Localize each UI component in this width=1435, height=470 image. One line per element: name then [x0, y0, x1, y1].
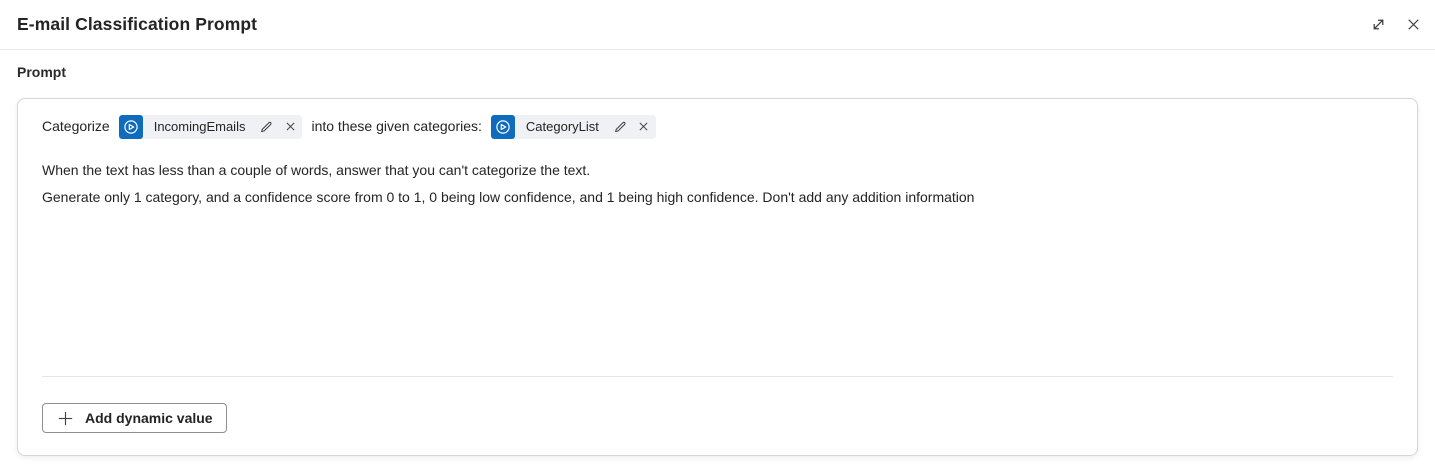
pencil-icon [259, 120, 273, 134]
plus-icon [56, 409, 75, 428]
add-dynamic-value-button[interactable]: Add dynamic value [42, 403, 227, 433]
dynamic-value-chip-incoming-emails[interactable]: IncomingEmails [119, 115, 303, 139]
email-classification-prompt-dialog: E-mail Classification Prompt [0, 0, 1435, 456]
close-button[interactable] [1397, 9, 1429, 41]
prompt-instructions: When the text has less than a couple of … [42, 157, 1393, 211]
flow-variable-icon [491, 115, 515, 139]
prompt-label: Prompt [17, 64, 1435, 80]
close-icon [637, 120, 650, 133]
remove-chip-button[interactable] [278, 115, 302, 139]
prompt-line-1: Categorize IncomingEmails [42, 114, 1393, 139]
prompt-text-before: Categorize [42, 113, 110, 140]
dialog-header: E-mail Classification Prompt [0, 0, 1435, 50]
page-title: E-mail Classification Prompt [17, 14, 257, 35]
flow-variable-icon [119, 115, 143, 139]
add-dynamic-value-label: Add dynamic value [85, 410, 213, 426]
remove-chip-button[interactable] [632, 115, 656, 139]
prompt-editor-card: Categorize IncomingEmails [17, 98, 1418, 456]
expand-button[interactable] [1362, 9, 1394, 41]
diagonal-resize-icon [1369, 15, 1388, 34]
close-icon [1404, 15, 1423, 34]
edit-chip-button[interactable] [608, 115, 632, 139]
prompt-editor[interactable]: Categorize IncomingEmails [18, 99, 1417, 376]
header-actions [1362, 9, 1429, 41]
chip-label: IncomingEmails [143, 115, 255, 139]
chip-label: CategoryList [515, 115, 608, 139]
editor-footer: Add dynamic value [18, 377, 1417, 455]
dynamic-value-chip-category-list[interactable]: CategoryList [491, 115, 656, 139]
prompt-instruction-line: Generate only 1 category, and a confiden… [42, 184, 1393, 211]
prompt-text-middle: into these given categories: [311, 113, 481, 140]
close-icon [284, 120, 297, 133]
pencil-icon [613, 120, 627, 134]
edit-chip-button[interactable] [254, 115, 278, 139]
prompt-instruction-line: When the text has less than a couple of … [42, 157, 1393, 184]
